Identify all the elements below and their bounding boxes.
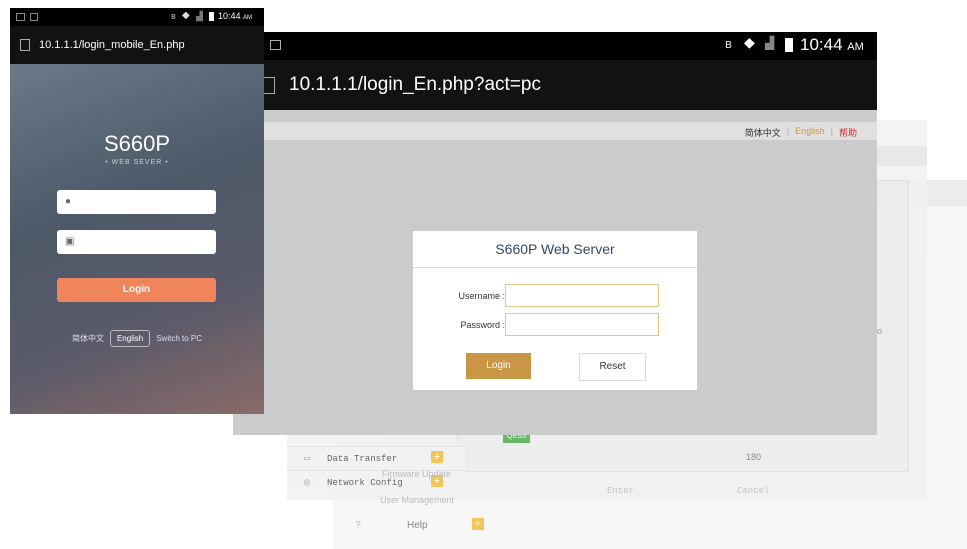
notification-icon [16, 13, 25, 21]
url-text: 10.1.1.1/login_mobile_En.php [39, 39, 185, 51]
username-row: Username : [413, 284, 697, 308]
lang-separator: | [830, 126, 833, 136]
bluetooth-icon: ʙ [171, 11, 176, 21]
monitor-icon: ▭ [303, 453, 311, 465]
lang-en-button[interactable]: English [109, 329, 151, 347]
phone-login-page: S660P • WEB SEVER • ● ▣ Login 简体中文 Engli… [10, 64, 264, 414]
lang-zh-link[interactable]: 简体中文 [745, 126, 781, 139]
login-card: S660P Web Server Username : Password : L… [413, 231, 697, 390]
login-card-title: S660P Web Server [413, 231, 697, 268]
clock: 10:44 AM [218, 11, 252, 21]
clock-time: 10:44 [800, 35, 843, 54]
username-label: Username : [458, 291, 505, 301]
password-row: Password : [413, 313, 697, 337]
phone-status-bar: ʙ ◆ ▟ 10:44 AM [10, 8, 264, 26]
password-input[interactable] [505, 313, 659, 336]
menu-item-help: ? Help + [333, 513, 493, 537]
wifi-icon: ◆ [744, 34, 755, 50]
globe-icon: ◎ [303, 477, 311, 489]
background-cancel-button: Cancel [737, 486, 770, 496]
phone-screen: ʙ ◆ ▟ 10:44 AM 10.1.1.1/login_mobile_En.… [10, 8, 264, 414]
tablet-status-bar: ʙ ◆ ▟ 10:44 AM [233, 32, 877, 60]
language-switcher: 简体中文 | English | 帮助 [745, 126, 857, 139]
signal-icon: ▟ [765, 36, 775, 50]
app-subtitle: • WEB SEVER • [105, 159, 169, 166]
page-icon [20, 39, 30, 51]
tablet-screen: ʙ ◆ ▟ 10:44 AM 10.1.1.1/login_En.php?act… [233, 32, 877, 435]
lang-en-link[interactable]: English [795, 126, 825, 139]
clock-ampm: AM [243, 15, 253, 21]
password-input[interactable]: ▣ [57, 230, 216, 254]
menu-item-data-transfer: ▭ Data Transfer + [287, 446, 465, 470]
menu-label: Help [407, 519, 428, 531]
user-icon: ● [65, 196, 72, 207]
username-input[interactable] [505, 284, 659, 307]
notification-icon [270, 40, 281, 50]
login-button[interactable]: Login [466, 353, 531, 379]
username-input[interactable]: ● [57, 190, 216, 214]
clock-ampm: AM [847, 41, 864, 53]
signal-icon: ▟ [196, 11, 203, 21]
tablet-top-bar: 简体中文 | English | 帮助 [264, 122, 877, 140]
clock-time: 10:44 [218, 11, 241, 21]
tablet-url-bar[interactable]: 10.1.1.1/login_En.php?act=pc [233, 60, 877, 110]
password-label: Password : [460, 320, 505, 330]
battery-icon [209, 12, 214, 21]
wifi-icon: ◆ [182, 10, 190, 21]
ghost-firmware-update: Firmware Update [382, 469, 452, 479]
menu-label: Network Config [327, 477, 403, 488]
phone-url-bar[interactable]: 10.1.1.1/login_mobile_En.php [10, 26, 264, 64]
app-title: S660P [103, 131, 171, 156]
background-letter: o [877, 326, 883, 336]
clock: 10:44 AM [800, 35, 864, 55]
switch-to-pc-link[interactable]: Switch to PC [156, 334, 202, 343]
background-number: 180 [746, 452, 762, 462]
language-switcher: 简体中文 English Switch to PC [10, 328, 264, 348]
background-enter-button: Enter [607, 486, 635, 496]
ghost-user-management: User Management [380, 495, 455, 505]
help-link[interactable]: 帮助 [839, 126, 857, 139]
lock-icon: ▣ [65, 236, 75, 247]
reset-button[interactable]: Reset [579, 353, 646, 381]
menu-label: Data Transfer [327, 453, 398, 464]
help-icon: ? [355, 519, 361, 531]
login-button[interactable]: Login [57, 278, 216, 302]
bluetooth-icon: ʙ [725, 36, 732, 51]
plus-icon: + [431, 451, 443, 463]
battery-icon [785, 38, 793, 52]
url-text: 10.1.1.1/login_En.php?act=pc [289, 74, 541, 95]
lang-zh-link[interactable]: 简体中文 [72, 333, 104, 344]
lang-separator: | [786, 126, 790, 136]
notification-icon [30, 13, 38, 21]
plus-icon: + [472, 518, 484, 530]
